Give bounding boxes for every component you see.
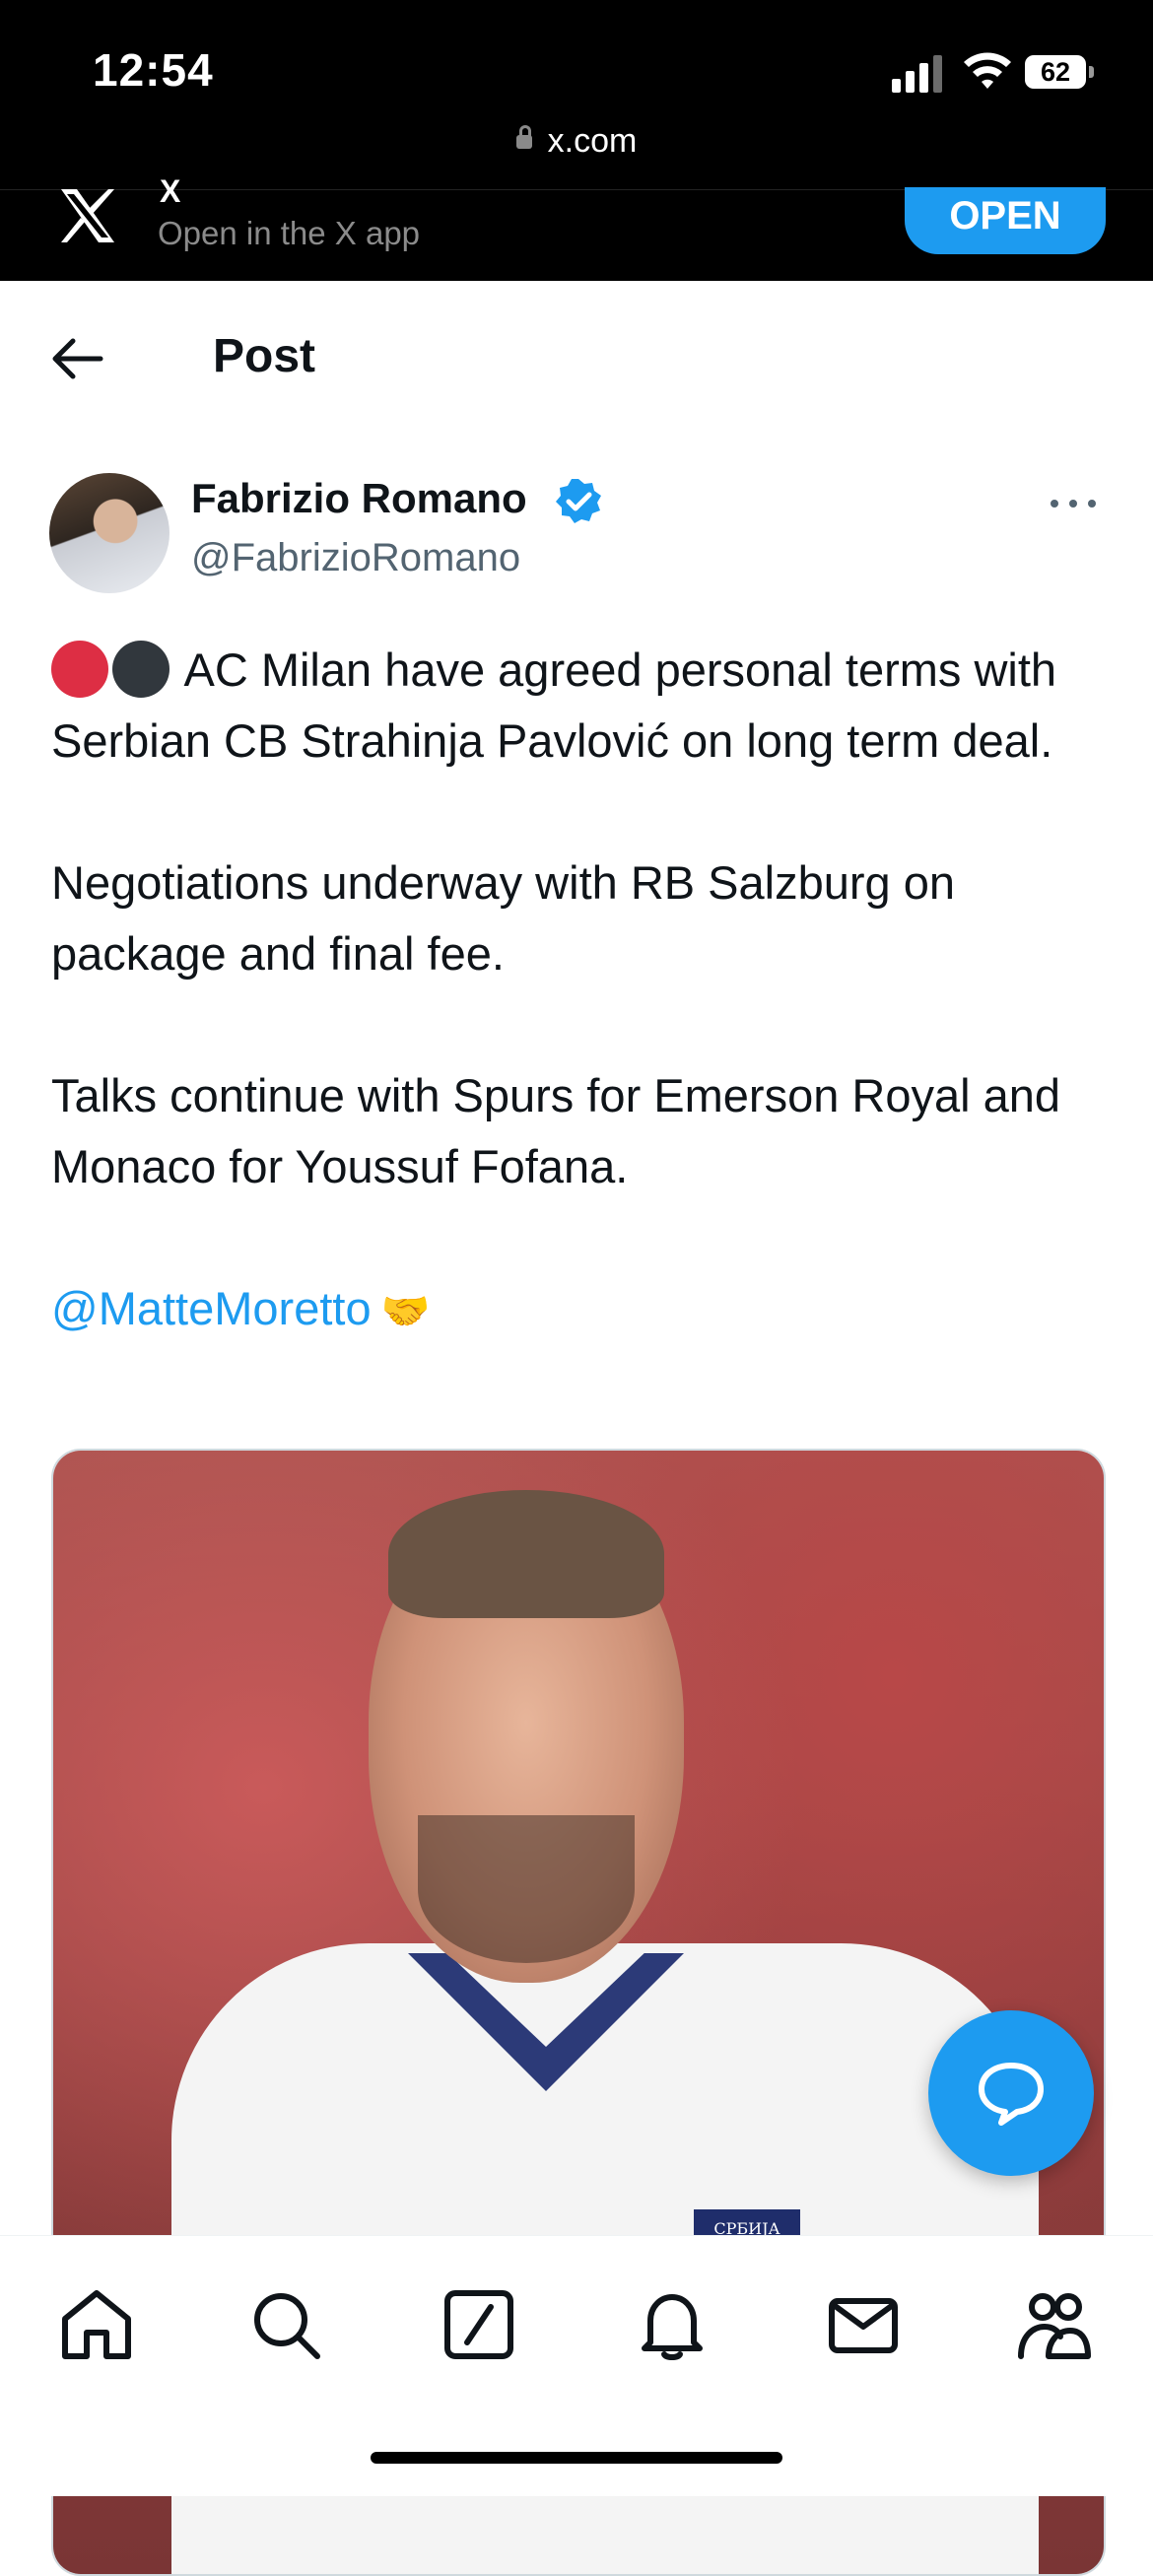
post-paragraph-1: AC Milan have agreed personal terms with… [51, 635, 1116, 777]
post-mention-line: @MatteMoretto 🤝 [51, 1273, 1116, 1347]
more-options-icon[interactable] [1051, 493, 1096, 512]
home-indicator[interactable] [371, 2452, 782, 2464]
x-logo-icon [61, 189, 114, 242]
mention-link[interactable]: @MatteMoretto [51, 1282, 372, 1334]
search-icon[interactable] [246, 2285, 325, 2364]
url-text: x.com [547, 122, 638, 160]
new-post-icon [979, 2063, 1044, 2126]
lock-icon [515, 125, 532, 149]
author-handle[interactable]: @FabrizioRomano [191, 536, 520, 580]
address-bar[interactable]: x.com [0, 122, 1153, 161]
status-time: 12:54 [93, 44, 214, 96]
back-arrow-icon[interactable] [49, 335, 104, 382]
cellular-signal-icon [892, 55, 942, 93]
post-text: AC Milan have agreed personal terms with… [51, 635, 1116, 1347]
verified-badge-icon [556, 479, 601, 523]
grok-icon[interactable] [440, 2285, 518, 2364]
communities-icon[interactable] [1015, 2285, 1094, 2364]
player-hair [388, 1490, 664, 1618]
banner-subtitle: Open in the X app [158, 215, 421, 251]
handshake-emoji: 🤝 [380, 1290, 431, 1333]
new-post-button[interactable] [928, 2010, 1094, 2176]
open-app-button[interactable]: OPEN [905, 187, 1106, 254]
banner-app-name: X [160, 173, 181, 209]
notifications-icon[interactable] [633, 2285, 712, 2364]
wifi-icon [964, 52, 1011, 89]
player-beard [418, 1815, 635, 1963]
battery-indicator: 62 [1025, 55, 1094, 89]
page-title: Post [213, 330, 316, 382]
author-avatar[interactable] [49, 473, 170, 593]
black-circle-emoji [112, 641, 170, 698]
post-paragraph-3: Talks continue with Spurs for Emerson Ro… [51, 1069, 1061, 1192]
post-paragraph-2: Negotiations underway with RB Salzburg o… [51, 856, 956, 980]
messages-icon[interactable] [824, 2285, 903, 2364]
red-circle-emoji [51, 641, 108, 698]
author-name[interactable]: Fabrizio Romano [191, 475, 527, 522]
home-icon[interactable] [57, 2285, 136, 2364]
